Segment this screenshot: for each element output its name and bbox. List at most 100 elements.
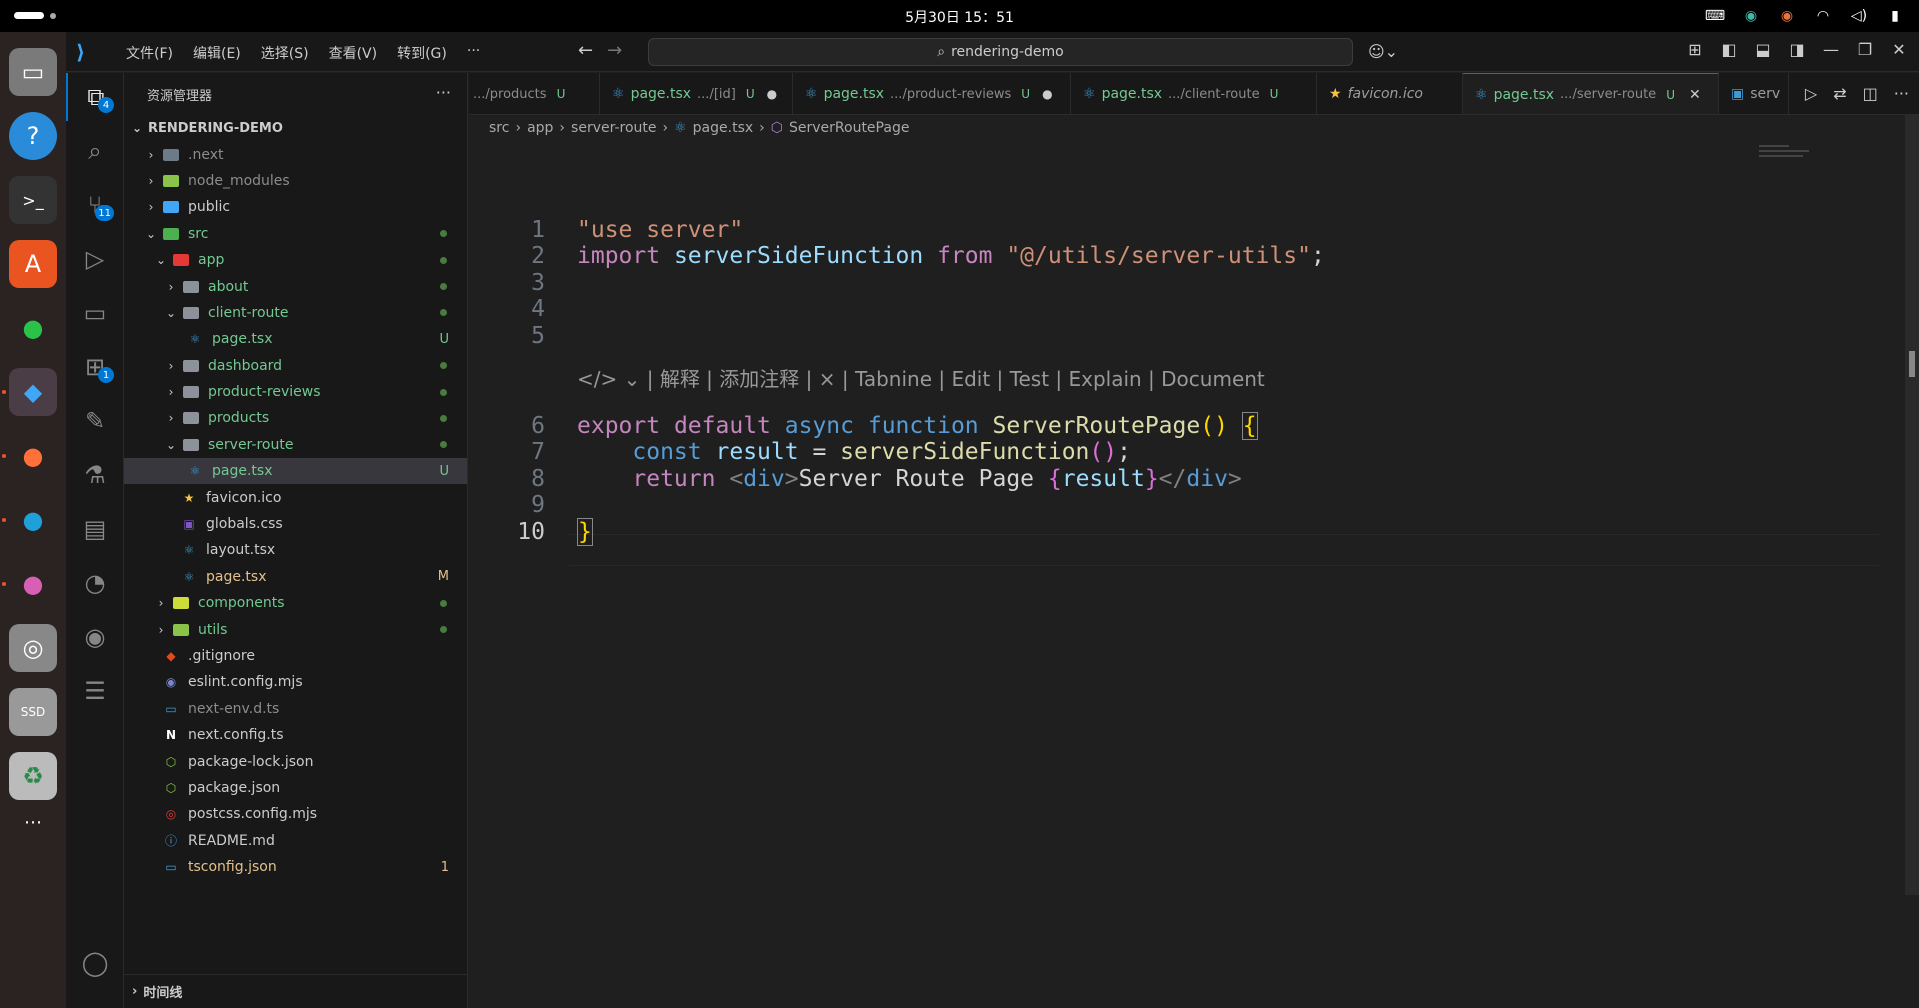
menu-view[interactable]: 查看(V): [319, 43, 388, 63]
tree-item-src[interactable]: ⌄ src: [124, 221, 467, 247]
search-icon[interactable]: ⌕: [66, 127, 124, 175]
edge-tools-icon[interactable]: ◔: [66, 559, 124, 607]
clock[interactable]: 5月30日 15：51: [0, 7, 1919, 27]
compare-changes-icon[interactable]: ⇄: [1833, 84, 1846, 103]
tree-item-client-route[interactable]: ⌄ client-route: [124, 300, 467, 326]
breadcrumb-item[interactable]: ServerRoutePage: [789, 120, 909, 136]
tab-product-reviews-page[interactable]: ⚛ page.tsx .../product-reviews U ●: [793, 73, 1071, 114]
files-app-icon[interactable]: ▭: [9, 48, 57, 96]
tree-item-utils[interactable]: › utils: [124, 616, 467, 642]
app-center-icon[interactable]: A: [9, 240, 57, 288]
unsaved-dot-icon[interactable]: ●: [1042, 87, 1052, 101]
customize-layout-icon[interactable]: ⊞: [1685, 40, 1705, 59]
remote-explorer-icon[interactable]: ▭: [66, 289, 124, 337]
tree-item-package-lock[interactable]: ⬡ package-lock.json: [124, 748, 467, 774]
tree-item-globals-css[interactable]: ▣ globals.css: [124, 511, 467, 537]
toggle-secondary-sidebar-icon[interactable]: ◨: [1787, 40, 1807, 59]
breadcrumb-item[interactable]: app: [527, 120, 553, 136]
timeline-section[interactable]: › 时间线: [124, 974, 468, 1008]
disk-app-icon[interactable]: ◎: [9, 624, 57, 672]
tab-server-route-page[interactable]: ⚛ page.tsx .../server-route U ✕: [1463, 73, 1719, 114]
trash-icon[interactable]: ♻: [9, 752, 57, 800]
toggle-panel-icon[interactable]: ⬓: [1753, 40, 1773, 59]
more-actions-icon[interactable]: ···: [1894, 84, 1909, 103]
tab-favicon[interactable]: ★ favicon.ico: [1317, 73, 1463, 114]
firefox-app-icon[interactable]: ●: [9, 432, 57, 480]
tree-item-gitignore[interactable]: ◆ .gitignore: [124, 643, 467, 669]
tree-item-next-config[interactable]: N next.config.ts: [124, 722, 467, 748]
tree-item-package-json[interactable]: ⬡ package.json: [124, 775, 467, 801]
tree-item-favicon[interactable]: ★ favicon.ico: [124, 484, 467, 510]
tree-item-product-reviews[interactable]: › product-reviews: [124, 379, 467, 405]
explorer-icon[interactable]: ⧉ 4: [66, 73, 124, 121]
toggle-primary-sidebar-icon[interactable]: ◧: [1719, 40, 1739, 59]
accounts-icon[interactable]: ◯: [66, 939, 124, 987]
scrollbar-thumb[interactable]: [1909, 351, 1915, 377]
edge-app-icon[interactable]: ●: [9, 496, 57, 544]
tree-item-products[interactable]: › products: [124, 405, 467, 431]
tree-item-postcss[interactable]: ◎ postcss.config.mjs: [124, 801, 467, 827]
ssd-drive-icon[interactable]: SSD: [9, 688, 57, 736]
tab-id-page[interactable]: ⚛ page.tsx .../[id] U ●: [600, 73, 793, 114]
tree-item-dashboard[interactable]: › dashboard: [124, 353, 467, 379]
forward-arrow-icon[interactable]: →: [607, 40, 622, 61]
testing-icon[interactable]: ⚗: [66, 451, 124, 499]
close-tab-icon[interactable]: ✕: [1689, 87, 1701, 103]
vscode-app-icon[interactable]: ◆: [9, 368, 57, 416]
tree-item-layout[interactable]: ⚛ layout.tsx: [124, 537, 467, 563]
containers-icon[interactable]: ▤: [66, 505, 124, 553]
tree-item-next[interactable]: › .next: [124, 141, 467, 167]
tab-serv[interactable]: ▣ serv: [1719, 73, 1789, 114]
tree-item-app[interactable]: ⌄ app: [124, 247, 467, 273]
split-editor-icon[interactable]: ◫: [1863, 84, 1878, 103]
tree-item-eslint[interactable]: ◉ eslint.config.mjs: [124, 669, 467, 695]
source-control-icon[interactable]: ⑂ 11: [66, 181, 124, 229]
workspace-root[interactable]: ⌄ RENDERING-DEMO: [124, 115, 467, 141]
back-arrow-icon[interactable]: ←: [578, 40, 593, 61]
keyboard-icon[interactable]: ⌨: [1705, 6, 1725, 26]
battery-icon[interactable]: ▮: [1885, 6, 1905, 26]
copilot-icon[interactable]: ☺⌄: [1368, 42, 1398, 61]
menu-file[interactable]: 文件(F): [116, 43, 183, 63]
run-debug-icon[interactable]: ▷: [66, 235, 124, 283]
tree-item-server-route[interactable]: ⌄ server-route: [124, 432, 467, 458]
run-icon[interactable]: ▷: [1805, 84, 1817, 103]
tree-item-readme[interactable]: ⓘ README.md: [124, 828, 467, 854]
menu-selection[interactable]: 选择(S): [251, 43, 319, 63]
sync-icon[interactable]: ◉: [1741, 6, 1761, 26]
tab-products[interactable]: .../products U: [469, 73, 600, 114]
menu-more[interactable]: ···: [457, 43, 490, 63]
tree-item-components[interactable]: › components: [124, 590, 467, 616]
tab-client-route-page[interactable]: ⚛ page.tsx .../client-route U: [1071, 73, 1317, 114]
terminal-app-icon[interactable]: >_: [9, 176, 57, 224]
menu-edit[interactable]: 编辑(E): [183, 43, 251, 63]
timeline-view-icon[interactable]: ☰: [66, 667, 124, 715]
codelens-actions[interactable]: </> ⌄ | 解释 | 添加注释 | × | Tabnine | Edit |…: [577, 363, 1265, 392]
volume-icon[interactable]: ◁): [1849, 6, 1869, 26]
tree-item-public[interactable]: › public: [124, 194, 467, 220]
show-apps-icon[interactable]: ⋯: [9, 798, 57, 846]
brush-icon[interactable]: ✎: [66, 397, 124, 445]
command-center[interactable]: ⌕ rendering-demo: [648, 38, 1353, 66]
tree-item-about[interactable]: › about: [124, 273, 467, 299]
breadcrumb-item[interactable]: src: [489, 120, 509, 136]
tree-item-tsconfig[interactable]: ▭ tsconfig.json 1: [124, 854, 467, 880]
help-app-icon[interactable]: ?: [9, 112, 57, 160]
minimize-icon[interactable]: —: [1821, 40, 1841, 59]
close-icon[interactable]: ✕: [1889, 40, 1909, 59]
github-icon[interactable]: ◉: [66, 613, 124, 661]
restore-icon[interactable]: ❐: [1855, 40, 1875, 59]
wifi-icon[interactable]: ◠: [1813, 6, 1833, 26]
vertical-scrollbar[interactable]: [1905, 115, 1919, 895]
tree-item-root-page[interactable]: ⚛ page.tsx M: [124, 564, 467, 590]
wechat-app-icon[interactable]: ●: [9, 304, 57, 352]
tree-item-next-env[interactable]: ▭ next-env.d.ts: [124, 696, 467, 722]
breadcrumb-item[interactable]: server-route: [571, 120, 656, 136]
cat-app-icon[interactable]: ●: [9, 560, 57, 608]
extensions-icon[interactable]: ⊞ 1: [66, 343, 124, 391]
tree-item-server-route-page[interactable]: ⚛ page.tsx U: [124, 458, 467, 485]
minimap[interactable]: [1759, 145, 1819, 169]
menu-go[interactable]: 转到(G): [387, 43, 457, 63]
tree-item-client-route-page[interactable]: ⚛ page.tsx U: [124, 326, 467, 352]
tree-item-node-modules[interactable]: › node_modules: [124, 168, 467, 194]
